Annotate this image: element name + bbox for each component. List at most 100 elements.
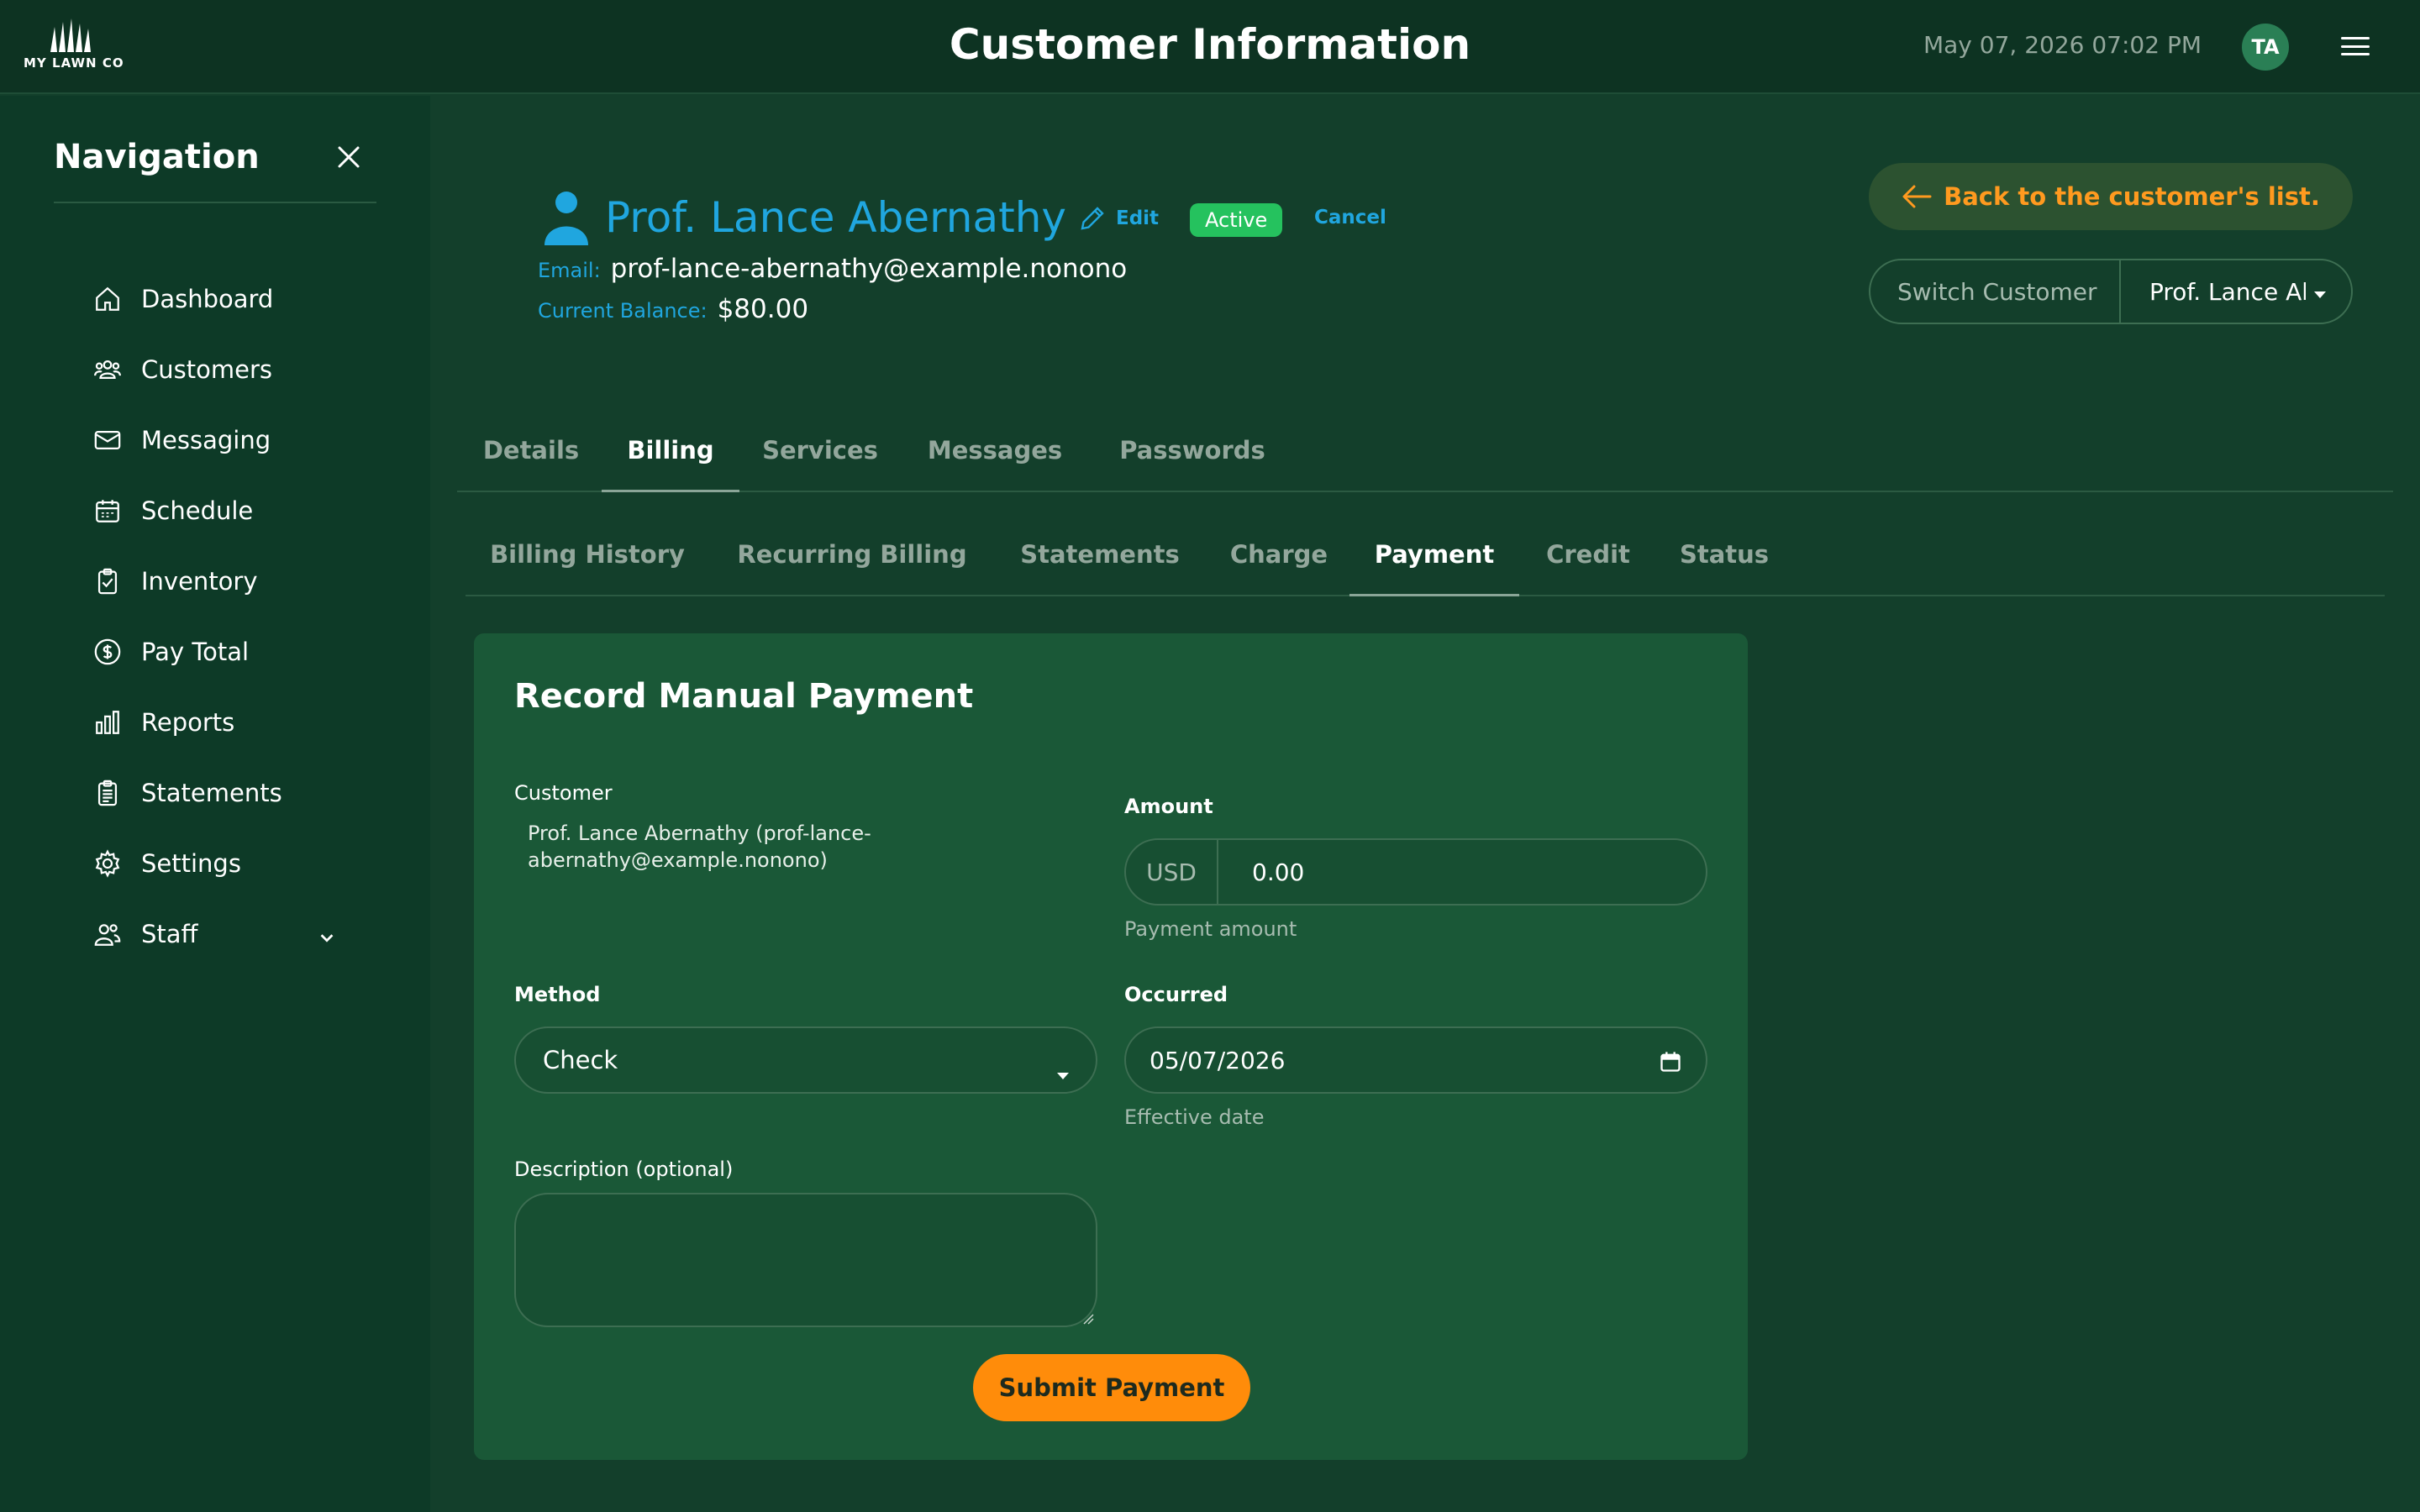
email-row: Email: prof-lance-abernathy@example.nono… <box>538 254 1127 284</box>
payment-form-card: Record Manual Payment Customer Prof. Lan… <box>474 633 1748 1460</box>
sidebar-item-staff[interactable]: Staff <box>92 899 361 969</box>
amount-input[interactable] <box>1218 840 1706 904</box>
sidebar-item-schedule[interactable]: Schedule <box>92 475 361 546</box>
chevron-down-icon[interactable] <box>318 924 336 953</box>
method-value: Check <box>543 1046 618 1074</box>
sidebar-item-label: Reports <box>141 708 235 737</box>
sidebar-item-inventory[interactable]: Inventory <box>92 546 361 617</box>
tab-messages[interactable]: Messages <box>902 425 1087 492</box>
subtab-billing-history[interactable]: Billing History <box>466 529 709 596</box>
sidebar-item-label: Staff <box>141 920 198 948</box>
caret-down-icon <box>2312 278 2328 306</box>
calendar-icon[interactable] <box>1659 1050 1682 1079</box>
email-label: Email: <box>538 259 601 282</box>
tab-billing[interactable]: Billing <box>602 425 739 492</box>
main-content: Prof. Lance Abernathy Edit Active Cancel… <box>432 96 2420 1512</box>
edit-label: Edit <box>1116 207 1160 229</box>
gear-icon <box>92 848 123 879</box>
logo-text: MY LAWN CO <box>24 55 124 71</box>
tab-passwords[interactable]: Passwords <box>1087 425 1297 492</box>
tab-details[interactable]: Details <box>457 425 605 492</box>
documents-icon <box>92 778 123 808</box>
subtab-credit[interactable]: Credit <box>1519 529 1657 596</box>
tab-services[interactable]: Services <box>736 425 904 492</box>
sidebar-title: Navigation <box>54 138 260 176</box>
sidebar-item-label: Settings <box>141 849 241 878</box>
sidebar-item-customers[interactable]: Customers <box>92 334 361 405</box>
subtab-status[interactable]: Status <box>1655 529 1793 596</box>
customer-value: Prof. Lance Abernathy (prof-lance-aberna… <box>528 822 871 872</box>
grass-logo-icon <box>50 18 91 52</box>
envelope-icon <box>92 425 123 455</box>
sidebar-item-label: Statements <box>141 779 282 807</box>
switch-customer-value: Prof. Lance Abernathy <box>2149 277 2306 306</box>
amount-group: USD <box>1124 838 1707 906</box>
pencil-icon <box>1081 207 1104 230</box>
switch-customer-select[interactable]: Prof. Lance Abernathy <box>2121 260 2351 323</box>
balance-value: $80.00 <box>717 294 809 324</box>
caret-down-icon <box>1055 1058 1071 1087</box>
sidebar-item-statements[interactable]: Statements <box>92 758 361 828</box>
billing-subtabs: Billing History Recurring Billing Statem… <box>466 529 2385 596</box>
users-icon <box>92 354 123 385</box>
cancel-link[interactable]: Cancel <box>1314 207 1386 228</box>
close-icon[interactable] <box>334 143 363 171</box>
arrow-left-icon <box>1902 185 1932 208</box>
clipboard-check-icon <box>92 566 123 596</box>
amount-label: Amount <box>1124 795 1213 818</box>
sidebar-item-settings[interactable]: Settings <box>92 828 361 899</box>
customer-name: Prof. Lance Abernathy <box>605 193 1066 242</box>
edit-button[interactable]: Edit <box>1077 203 1159 234</box>
sidebar-item-label: Customers <box>141 355 272 384</box>
sidebar-item-pay-total[interactable]: Pay Total <box>92 617 361 687</box>
customer-label: Customer <box>514 781 613 805</box>
description-label: Description (optional) <box>514 1158 734 1181</box>
sidebar-nav: Dashboard Customers Messaging Schedule I… <box>92 264 361 969</box>
switch-customer-group: Switch Customer Prof. Lance Abernathy <box>1869 259 2353 324</box>
sidebar-item-label: Messaging <box>141 426 271 454</box>
customer-tabs: Details Billing Services Messages Passwo… <box>457 425 2393 492</box>
staff-icon <box>92 919 123 949</box>
person-icon <box>543 190 590 249</box>
sidebar-item-reports[interactable]: Reports <box>92 687 361 758</box>
email-value: prof-lance-abernathy@example.nonono <box>610 254 1128 284</box>
currency-prefix: USD <box>1126 840 1218 904</box>
sidebar-item-label: Schedule <box>141 496 254 525</box>
subtab-charge[interactable]: Charge <box>1205 529 1353 596</box>
sidebar-item-label: Dashboard <box>141 285 274 313</box>
occurred-date-input[interactable]: 05/07/2026 <box>1124 1026 1707 1094</box>
sidebar-item-label: Pay Total <box>141 638 250 666</box>
amount-hint: Payment amount <box>1124 917 1297 941</box>
dollar-circle-icon <box>92 637 123 667</box>
sidebar-item-dashboard[interactable]: Dashboard <box>92 264 361 334</box>
submit-payment-button[interactable]: Submit Payment <box>973 1354 1250 1421</box>
form-title: Record Manual Payment <box>514 677 974 716</box>
user-avatar[interactable]: TA <box>2242 24 2289 71</box>
menu-icon[interactable] <box>2341 34 2370 59</box>
back-to-list-button[interactable]: Back to the customer's list. <box>1869 163 2353 230</box>
subtab-recurring-billing[interactable]: Recurring Billing <box>709 529 995 596</box>
current-datetime: May 07, 2026 07:02 PM <box>1923 31 2202 59</box>
method-select[interactable]: Check <box>514 1026 1097 1094</box>
status-badge: Active <box>1190 203 1283 237</box>
resize-handle-icon[interactable] <box>1082 1312 1094 1328</box>
sidebar-item-messaging[interactable]: Messaging <box>92 405 361 475</box>
bar-chart-icon <box>92 707 123 738</box>
company-logo[interactable]: MY LAWN CO <box>24 18 124 77</box>
subtab-payment[interactable]: Payment <box>1349 529 1519 596</box>
balance-label: Current Balance: <box>538 299 708 323</box>
sidebar: Navigation Dashboard Customers Messaging <box>0 96 430 1512</box>
method-label: Method <box>514 983 601 1006</box>
sidebar-item-label: Inventory <box>141 567 258 596</box>
occurred-hint: Effective date <box>1124 1105 1265 1129</box>
back-label: Back to the customer's list. <box>1944 182 2320 211</box>
balance-row: Current Balance: $80.00 <box>538 294 808 324</box>
home-icon <box>92 284 123 314</box>
switch-customer-label: Switch Customer <box>1870 260 2121 323</box>
sidebar-divider <box>54 202 376 203</box>
subtab-statements[interactable]: Statements <box>995 529 1205 596</box>
top-header: MY LAWN CO Customer Information May 07, … <box>0 0 2420 94</box>
occurred-value: 05/07/2026 <box>1150 1046 1286 1074</box>
calendar-icon <box>92 496 123 526</box>
description-textarea[interactable] <box>514 1193 1097 1327</box>
